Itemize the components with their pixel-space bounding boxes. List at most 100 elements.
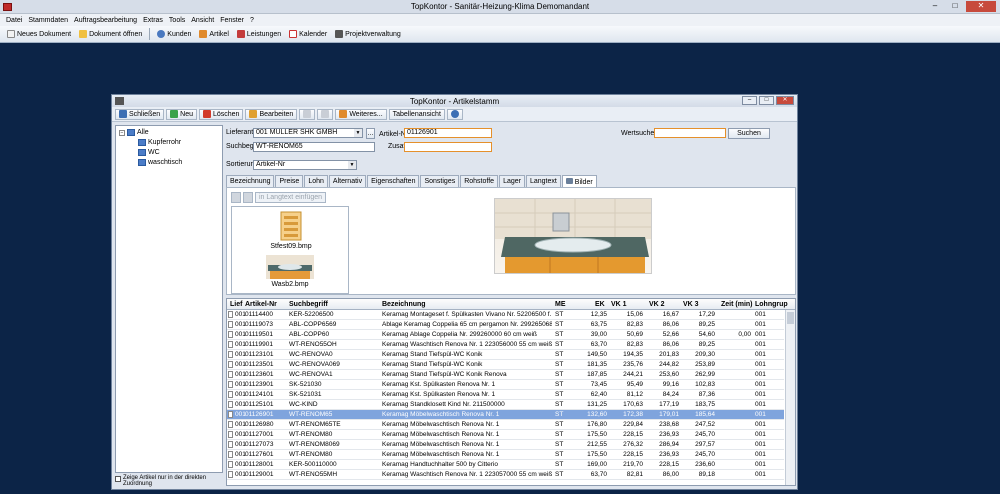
- scrollbar-thumb[interactable]: [787, 312, 794, 324]
- row-selector[interactable]: [228, 431, 233, 438]
- wertsuche-input[interactable]: [654, 128, 726, 138]
- tree-item-waschtisch[interactable]: waschtisch: [138, 159, 182, 166]
- kalender-button[interactable]: Kalender: [286, 29, 330, 39]
- row-selector[interactable]: [228, 311, 233, 318]
- row-selector[interactable]: [228, 451, 233, 458]
- loeschen-button[interactable]: Löschen: [198, 108, 244, 120]
- suchbegriff-input[interactable]: WT-RENOM65: [253, 142, 375, 152]
- column-header[interactable]: Zeit (min): [721, 301, 753, 308]
- menu-datei[interactable]: Datei: [6, 17, 22, 24]
- tab-rohstoffe[interactable]: Rohstoffe: [460, 175, 499, 187]
- tab-alternativ[interactable]: Alternativ: [328, 175, 367, 187]
- direct-assignment-checkbox[interactable]: [115, 476, 121, 482]
- maximize-icon[interactable]: □: [946, 1, 964, 12]
- table-row[interactable]: 001 01128001 KER-500110000 Keramag Handtuch…: [227, 460, 784, 470]
- tree-item-kupferrohr[interactable]: Kupferrohr: [138, 139, 181, 146]
- schliessen-button[interactable]: Schließen: [115, 108, 165, 120]
- zusatz-input[interactable]: [404, 142, 492, 152]
- weiteres-button[interactable]: Weiteres...: [335, 108, 387, 120]
- column-header[interactable]: VK 2: [649, 301, 665, 308]
- table-row[interactable]: 001 01127601 WT-RENOM80 Keramag Möbelwascht…: [227, 450, 784, 460]
- table-row[interactable]: 001 01114400 KER-52206500 Keramag Montagese…: [227, 310, 784, 320]
- tab-lohn[interactable]: Lohn: [304, 175, 328, 187]
- column-header[interactable]: Lohngrup: [755, 301, 788, 308]
- neu-button[interactable]: Neu: [166, 108, 197, 120]
- table-row[interactable]: 001 01125101 WC-KIND Keramag Standklosett K…: [227, 400, 784, 410]
- table-row[interactable]: 001 01126980 WT-RENOM65TE Keramag Möbelwasc…: [227, 420, 784, 430]
- image-item[interactable]: Stfest09.bmp: [266, 211, 316, 250]
- menu-extras[interactable]: Extras: [143, 17, 163, 24]
- row-selector[interactable]: [228, 351, 233, 358]
- image-list[interactable]: Stfest09.bmp Wasb2.bmp: [231, 206, 349, 294]
- menu-tools[interactable]: Tools: [169, 17, 185, 24]
- lieferant-lookup-button[interactable]: ...: [366, 128, 375, 139]
- column-header[interactable]: Bezeichnung: [382, 301, 426, 308]
- direct-assignment-option[interactable]: Zeige Artikel nur in der direkten Zuordn…: [115, 475, 223, 487]
- row-selector[interactable]: [228, 361, 233, 368]
- table-row[interactable]: 001 01129001 WT-RENO55MH Keramag Waschtisch…: [227, 470, 784, 480]
- table-row[interactable]: 001 01127001 WT-RENOM80 Keramag Möbelwascht…: [227, 430, 784, 440]
- column-header[interactable]: VK 3: [683, 301, 699, 308]
- row-selector[interactable]: [228, 461, 233, 468]
- kunden-button[interactable]: Kunden: [154, 29, 194, 39]
- bearbeiten-button[interactable]: Bearbeiten: [245, 108, 298, 120]
- tree-item-wc[interactable]: WC: [138, 149, 160, 156]
- table-row[interactable]: 001 01119901 WT-RENO55OH Keramag Waschtisch…: [227, 340, 784, 350]
- child-close-icon[interactable]: ✕: [776, 96, 794, 105]
- row-selector[interactable]: [228, 401, 233, 408]
- column-header[interactable]: EK: [595, 301, 605, 308]
- add-image-button[interactable]: [231, 192, 241, 203]
- sortierung-select[interactable]: Artikel-Nr: [253, 160, 357, 170]
- menu-help[interactable]: ?: [250, 17, 254, 24]
- child-minimize-icon[interactable]: –: [742, 96, 757, 105]
- table-row[interactable]: 001 01124101 SK-521031 Keramag Kst. Spülkas…: [227, 390, 784, 400]
- tab-preise[interactable]: Preise: [275, 175, 304, 187]
- tab-sonstiges[interactable]: Sonstiges: [420, 175, 460, 187]
- column-header[interactable]: ME: [555, 301, 566, 308]
- row-selector[interactable]: [228, 421, 233, 428]
- table-row[interactable]: 001 01126901 WT-RENOM65 Keramag Möbelwascht…: [227, 410, 784, 420]
- tab-bilder[interactable]: Bilder: [561, 175, 597, 187]
- category-tree[interactable]: − Alle Kupferrohr WC waschtisch: [115, 125, 223, 473]
- artikelnr-input[interactable]: 01126901: [404, 128, 492, 138]
- tab-eigenschaften[interactable]: Eigenschaften: [367, 175, 420, 187]
- table-row[interactable]: 001 01123101 WC-RENOVA0 Keramag Stand Tiefs…: [227, 350, 784, 360]
- table-row[interactable]: 001 01123601 WC-RENOVA1 Keramag Stand Tiefs…: [227, 370, 784, 380]
- column-header[interactable]: Suchbegriff: [289, 301, 328, 308]
- table-row[interactable]: 001 01123501 WC-RENOVA069 Keramag Stand Tie…: [227, 360, 784, 370]
- vertical-scrollbar[interactable]: [785, 310, 795, 485]
- remove-image-button[interactable]: [243, 192, 253, 203]
- open-document-button[interactable]: Dokument öffnen: [76, 29, 145, 39]
- row-selector[interactable]: [228, 371, 233, 378]
- chevron-down-icon[interactable]: ▼: [354, 129, 362, 137]
- minimize-icon[interactable]: –: [926, 1, 944, 12]
- lieferant-select[interactable]: 001 MÜLLER SHK GMBH: [253, 128, 363, 138]
- projektverwaltung-button[interactable]: Projektverwaltung: [332, 29, 404, 39]
- close-icon[interactable]: ✕: [966, 1, 996, 12]
- row-selector[interactable]: [228, 331, 233, 338]
- tab-lager[interactable]: Lager: [499, 175, 525, 187]
- row-selector[interactable]: [228, 471, 233, 478]
- column-header[interactable]: Artikel-Nr: [245, 301, 277, 308]
- tree-item-alle[interactable]: − Alle: [119, 129, 149, 136]
- row-selector[interactable]: [228, 381, 233, 388]
- table-row[interactable]: 001 01127073 WT-RENOM8069 Keramag Möbelwasc…: [227, 440, 784, 450]
- menu-fenster[interactable]: Fenster: [220, 17, 244, 24]
- collapse-icon[interactable]: −: [119, 129, 125, 136]
- menu-auftragsbearbeitung[interactable]: Auftragsbearbeitung: [74, 17, 137, 24]
- save-button[interactable]: [299, 108, 316, 120]
- row-selector[interactable]: [228, 321, 233, 328]
- column-header[interactable]: VK 1: [611, 301, 627, 308]
- tabellenansicht-button[interactable]: Tabellenansicht: [388, 108, 445, 120]
- menu-stammdaten[interactable]: Stammdaten: [28, 17, 68, 24]
- table-row[interactable]: 001 01119073 ABL-COPP6569 Ablage Keramag Co…: [227, 320, 784, 330]
- image-item[interactable]: Wasb2.bmp: [262, 255, 318, 288]
- artikel-button[interactable]: Artikel: [196, 29, 231, 39]
- table-row[interactable]: 001 01119501 ABL-COPP60 Keramag Ablage Copp…: [227, 330, 784, 340]
- menu-ansicht[interactable]: Ansicht: [191, 17, 214, 24]
- leistungen-button[interactable]: Leistungen: [234, 29, 284, 39]
- column-header[interactable]: Lief: [230, 301, 242, 308]
- row-selector[interactable]: [228, 391, 233, 398]
- article-table[interactable]: Lief Artikel-Nr Suchbegriff Bezeichnung …: [226, 298, 796, 486]
- row-selector[interactable]: [228, 441, 233, 448]
